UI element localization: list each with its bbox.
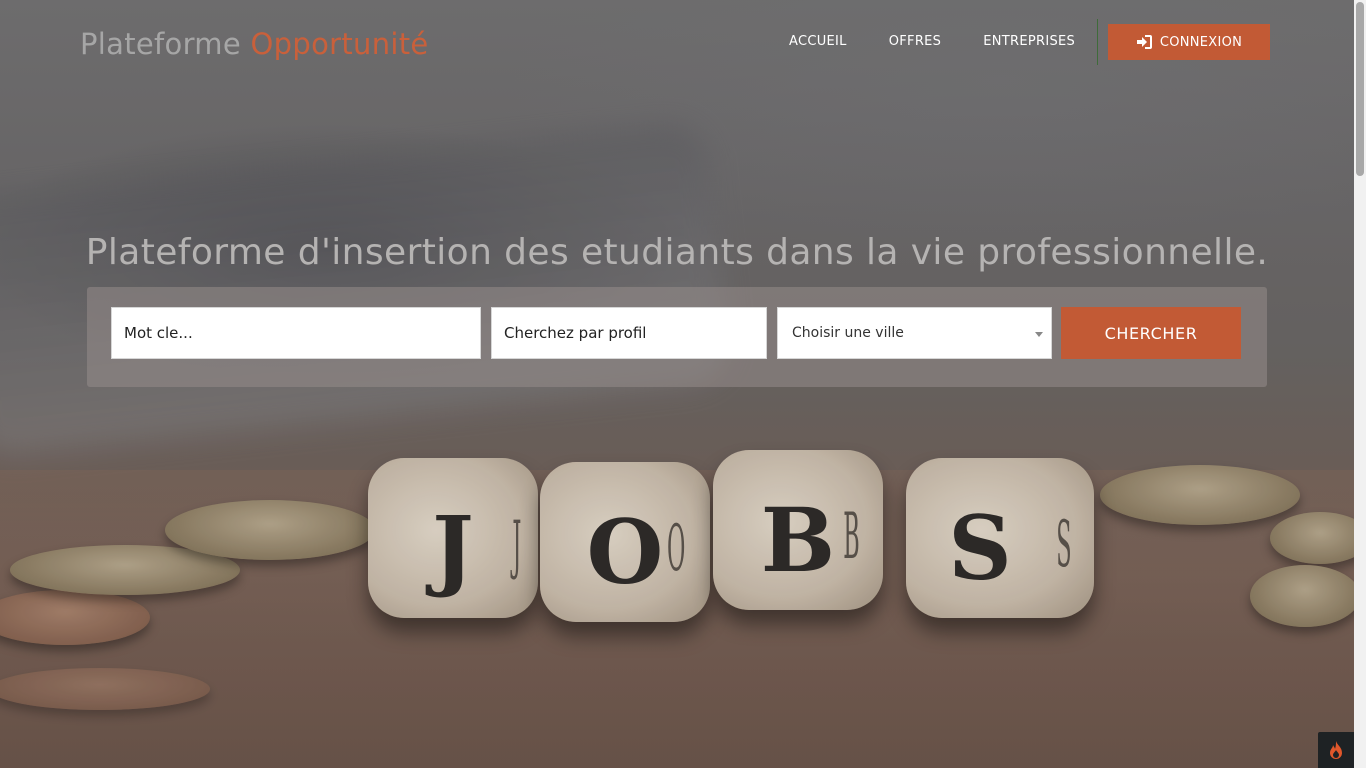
nav-link-entreprises[interactable]: ENTREPRISES (962, 24, 1096, 60)
nav-links: ACCUEIL OFFRES ENTREPRISES (768, 19, 1115, 65)
brand-part-2: Opportunité (250, 27, 429, 61)
navbar: Plateforme Opportunité ACCUEIL OFFRES EN… (0, 0, 1354, 86)
login-button[interactable]: CONNEXION (1108, 24, 1270, 60)
caret-down-icon (1035, 332, 1043, 337)
search-button[interactable]: CHERCHER (1061, 307, 1241, 359)
brand-part-1: Plateforme (80, 27, 241, 61)
login-label: CONNEXION (1159, 34, 1243, 50)
brand-logo[interactable]: Plateforme Opportunité (80, 27, 429, 61)
nav-divider (1097, 19, 1099, 65)
profile-field (491, 307, 767, 359)
search-panel: Choisir une ville CHERCHER (87, 287, 1267, 387)
hero-title: Plateforme d'insertion des etudiants dan… (85, 232, 1269, 273)
keyword-input[interactable] (112, 308, 480, 358)
nav-link-accueil[interactable]: ACCUEIL (768, 24, 868, 60)
profile-input[interactable] (492, 308, 766, 358)
city-select[interactable]: Choisir une ville (777, 307, 1052, 359)
city-select-value: Choisir une ville (792, 325, 904, 341)
sign-in-icon (1136, 35, 1152, 49)
flame-icon[interactable] (1318, 732, 1354, 768)
nav-link-offres[interactable]: OFFRES (868, 24, 963, 60)
page-scrollbar[interactable] (1354, 0, 1366, 768)
scrollbar-thumb[interactable] (1356, 2, 1364, 176)
keyword-field (111, 307, 481, 359)
